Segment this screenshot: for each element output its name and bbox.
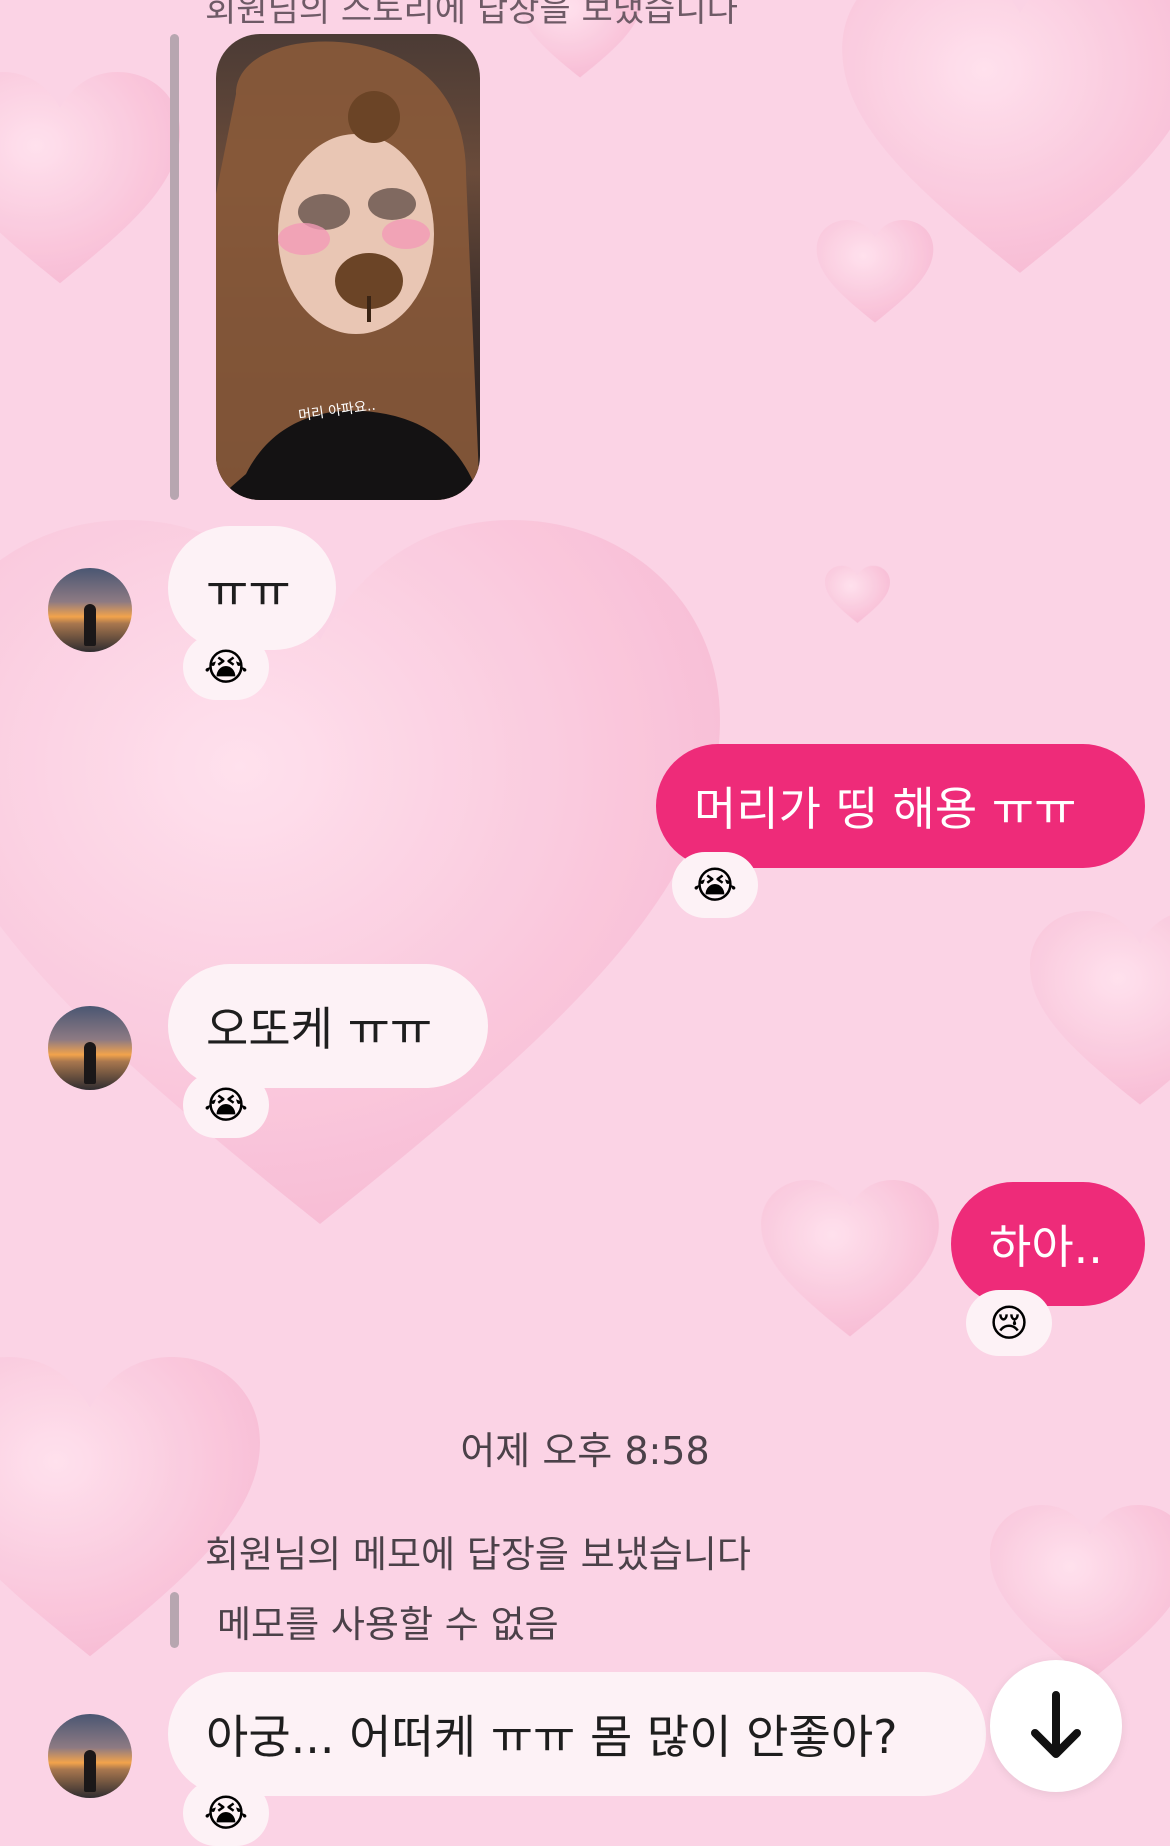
message-bubble-outgoing[interactable]: 하아.. bbox=[951, 1182, 1145, 1306]
memo-quote: 메모를 사용할 수 없음 bbox=[217, 1603, 559, 1646]
avatar[interactable] bbox=[48, 1006, 132, 1090]
crying-emoji-icon: 😭 bbox=[203, 1791, 249, 1835]
message-bubble-incoming[interactable]: 아궁... 어떠케 ㅠㅠ 몸 많이 안좋아? bbox=[168, 1672, 986, 1796]
reaction-badge[interactable]: 😭 bbox=[183, 1780, 269, 1846]
crying-emoji-icon: 😭 bbox=[692, 863, 738, 907]
reaction-badge[interactable]: 😭 bbox=[672, 852, 758, 918]
story-image-art bbox=[216, 41, 480, 500]
avatar[interactable] bbox=[48, 568, 132, 652]
sad-emoji-icon: 😢 bbox=[989, 1301, 1029, 1345]
crying-emoji-icon: 😭 bbox=[203, 645, 249, 689]
message-bubble-incoming[interactable]: 오또케 ㅠㅠ bbox=[168, 964, 488, 1088]
avatar[interactable] bbox=[48, 1714, 132, 1798]
message-bubble-incoming[interactable]: ㅠㅠ bbox=[168, 526, 336, 650]
message-text: 아궁... 어떠케 ㅠㅠ 몸 많이 안좋아? bbox=[206, 1710, 898, 1764]
message-text: ㅠㅠ bbox=[206, 564, 291, 618]
story-thumbnail[interactable]: 머리 아파요.. bbox=[216, 34, 480, 500]
timestamp: 어제 오후 8:58 bbox=[460, 1429, 710, 1473]
memo-reply-notice: 회원님의 메모에 답장을 보냈습니다 bbox=[205, 1533, 751, 1576]
reaction-badge[interactable]: 😭 bbox=[183, 1072, 269, 1138]
message-text: 하아.. bbox=[989, 1220, 1103, 1274]
crying-emoji-icon: 😭 bbox=[203, 1083, 249, 1127]
quote-bar bbox=[170, 1592, 179, 1648]
message-text: 오또케 ㅠㅠ bbox=[206, 1002, 433, 1056]
story-reply-notice: 회원님의 스토리에 답장을 보냈습니다 bbox=[205, 0, 738, 30]
reaction-badge[interactable]: 😭 bbox=[183, 634, 269, 700]
message-bubble-outgoing[interactable]: 머리가 띵 해용 ㅠㅠ bbox=[656, 744, 1145, 868]
message-text: 머리가 띵 해용 ㅠㅠ bbox=[694, 782, 1077, 836]
quote-bar bbox=[170, 34, 179, 500]
reaction-badge[interactable]: 😢 bbox=[966, 1290, 1052, 1356]
scroll-to-bottom-button[interactable] bbox=[990, 1660, 1122, 1792]
arrow-down-icon bbox=[1031, 1691, 1081, 1758]
